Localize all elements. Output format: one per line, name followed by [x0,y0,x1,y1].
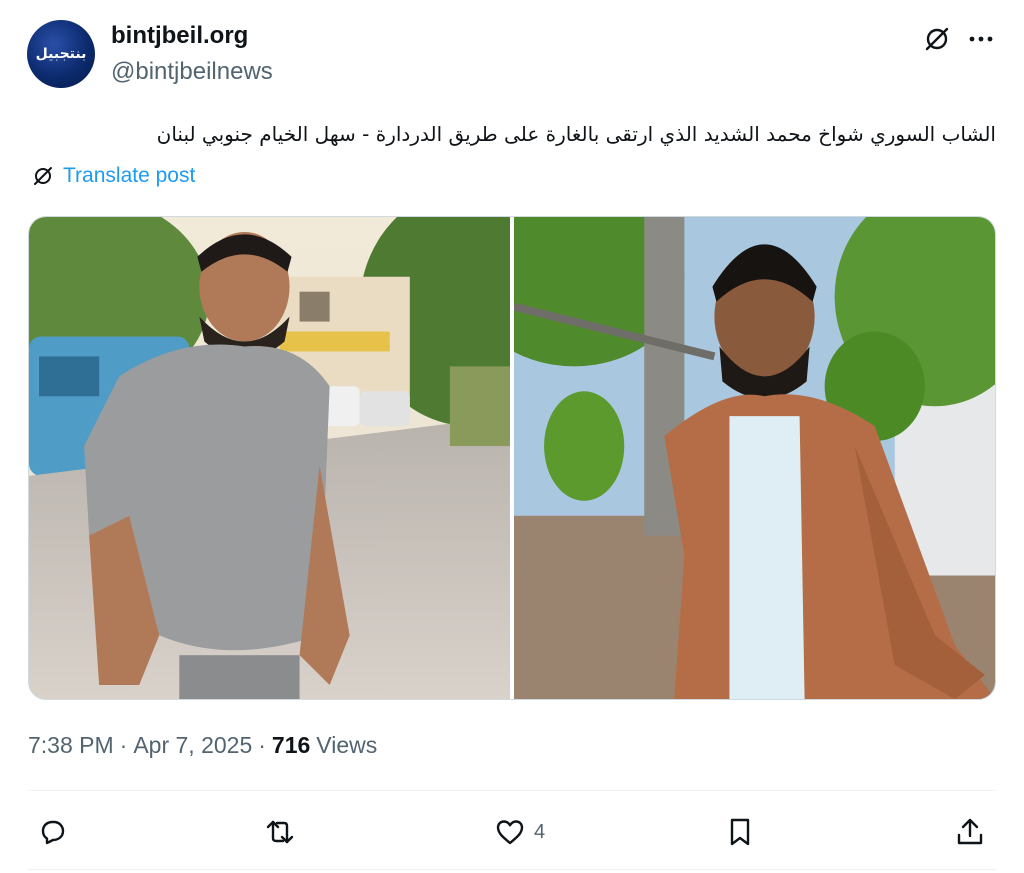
grok-translate-icon [34,167,52,185]
share-button[interactable] [954,814,986,850]
heart-icon [496,820,524,845]
repost-button[interactable] [264,814,296,850]
media-grid [28,216,996,700]
grok-icon[interactable] [922,24,952,54]
translate-post-label: Translate post [63,164,196,187]
meta-separator: · [119,732,128,758]
bookmark-icon [730,818,750,846]
divider [28,869,996,870]
divider [28,790,996,791]
avatar-logo-text: بنتجبيل [35,46,87,62]
tweet-time[interactable]: 7:38 PM [28,732,114,759]
views-label: Views [316,732,378,758]
like-button[interactable]: 4 [494,814,545,850]
author-avatar[interactable]: بنتجبيل [27,20,95,88]
like-count: 4 [534,820,546,843]
reply-icon [41,820,65,845]
reply-button[interactable] [36,814,68,850]
photo-2[interactable] [514,217,995,699]
bookmark-button[interactable] [724,814,756,850]
translate-post-button[interactable]: Translate post [31,164,195,188]
more-icon[interactable] [966,24,996,54]
share-icon [957,818,983,845]
action-bar: 4 [28,806,996,858]
tweet-date[interactable]: Apr 7, 2025 [133,732,252,759]
meta-separator: · [258,732,266,758]
views-count[interactable]: 716 [272,732,310,759]
repost-icon [266,820,294,844]
tweet-meta: 7:38 PM · Apr 7, 2025 · 716 Views [28,732,377,759]
author-handle[interactable]: @bintjbeilnews [111,58,273,86]
tweet-text: الشاب السوري شواخ محمد الشديد الذي ارتقى… [156,122,996,146]
photo-1[interactable] [29,217,510,699]
author-display-name[interactable]: bintjbeil.org [111,22,248,50]
